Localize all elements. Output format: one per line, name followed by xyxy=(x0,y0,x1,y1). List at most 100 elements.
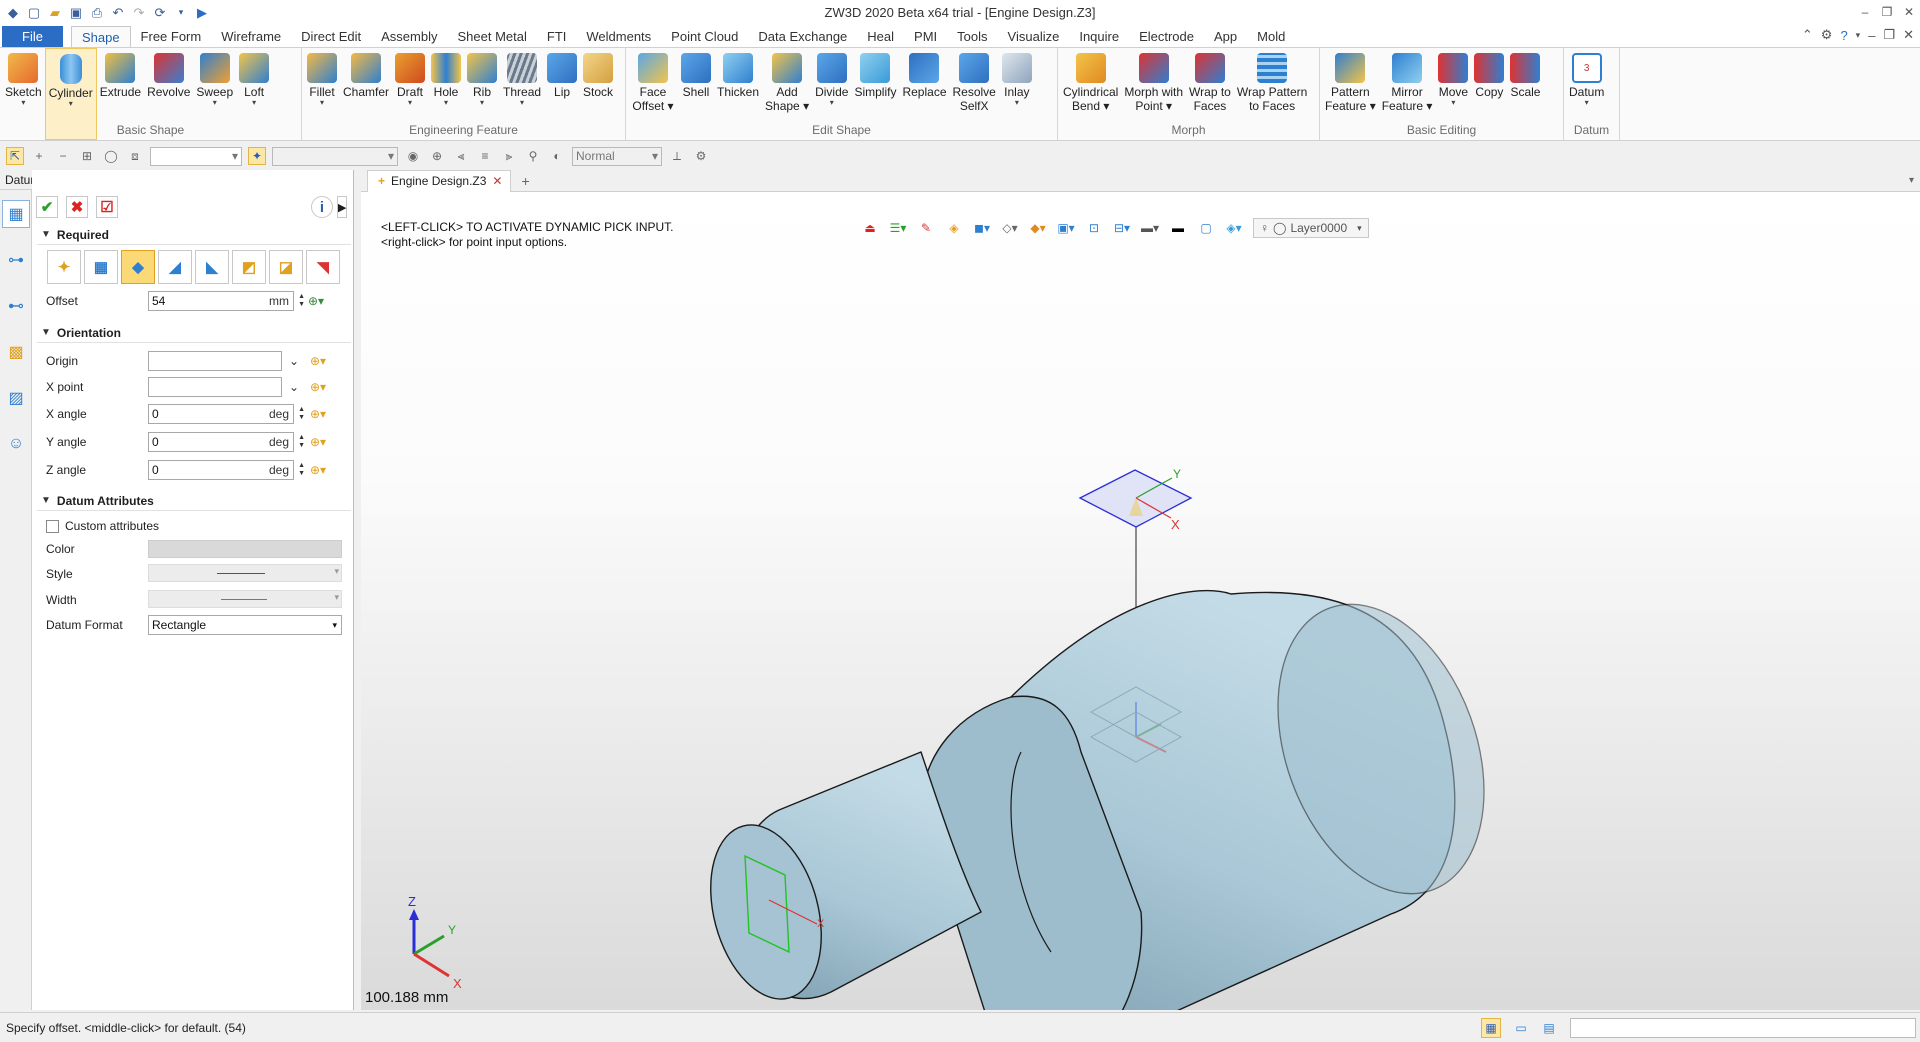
undo-icon[interactable]: ↶ xyxy=(109,4,127,22)
xpoint-expand-icon[interactable]: ⌄ xyxy=(289,380,299,394)
document-tab[interactable]: + Engine Design.Z3 ✕ xyxy=(367,169,512,192)
datum-offset-plane-icon[interactable]: ◆ xyxy=(121,250,155,284)
tab-shape[interactable]: Shape xyxy=(70,26,131,47)
history-tree-icon[interactable]: ⊶ xyxy=(2,246,30,274)
add-pick-icon[interactable]: + xyxy=(30,147,48,165)
tab-app[interactable]: App xyxy=(1204,26,1247,47)
help-icon[interactable]: ? xyxy=(1840,28,1847,43)
tab-pmi[interactable]: PMI xyxy=(904,26,947,47)
3d-viewport[interactable]: <LEFT-CLICK> TO ACTIVATE DYNAMIC PICK IN… xyxy=(361,192,1920,1010)
spinner-icon[interactable]: ▲ ▼ xyxy=(298,293,305,309)
minimize-icon[interactable]: – xyxy=(1854,0,1876,24)
yangle-input[interactable]: 0 deg ▲ ▼ xyxy=(148,432,305,452)
render-mode-select[interactable]: Normal ▾ xyxy=(572,146,662,166)
pin-icon[interactable]: ⚲ xyxy=(524,147,542,165)
snap-icon[interactable]: ◉ xyxy=(404,147,422,165)
save-icon[interactable]: ▣ xyxy=(67,4,85,22)
tab-free-form[interactable]: Free Form xyxy=(131,26,212,47)
datum-bisect-icon[interactable]: ◩ xyxy=(232,250,266,284)
assembly-tree-icon[interactable]: ⊷ xyxy=(2,292,30,320)
tab-electrode[interactable]: Electrode xyxy=(1129,26,1204,47)
close-window-icon[interactable]: ✕ xyxy=(1898,0,1920,24)
collapse-ribbon-icon[interactable]: ⌃ xyxy=(1802,27,1813,43)
xpoint-input[interactable] xyxy=(148,377,282,397)
command-input[interactable] xyxy=(1570,1018,1916,1038)
datum-tangent-icon[interactable]: ◪ xyxy=(269,250,303,284)
tab-inquire[interactable]: Inquire xyxy=(1069,26,1129,47)
tab-visualize[interactable]: Visualize xyxy=(998,26,1070,47)
section-datum-attributes[interactable]: ▼ Datum Attributes xyxy=(37,491,351,511)
tab-mold[interactable]: Mold xyxy=(1247,26,1295,47)
spinner-icon[interactable]: ▲ ▼ xyxy=(298,434,305,450)
tab-weldments[interactable]: Weldments xyxy=(576,26,661,47)
crosshair-icon[interactable]: ⊞ xyxy=(78,147,96,165)
offset-input[interactable]: 54 mm ▲ ▼ xyxy=(148,291,305,311)
tab-sheet-metal[interactable]: Sheet Metal xyxy=(448,26,537,47)
datum-tool-icon[interactable]: ▦ xyxy=(2,200,30,228)
run-icon[interactable]: ▶ xyxy=(193,4,211,22)
grid-icon[interactable]: ⊕ xyxy=(428,147,446,165)
align-left-icon[interactable]: ⫷ xyxy=(452,147,470,165)
customize-dropdown-icon[interactable]: ▾ xyxy=(172,4,190,22)
filter-icon[interactable]: ⧈ xyxy=(126,147,144,165)
style-select[interactable]: ▾ xyxy=(148,564,342,582)
tab-wireframe[interactable]: Wireframe xyxy=(211,26,291,47)
tab-point-cloud[interactable]: Point Cloud xyxy=(661,26,748,47)
info-icon[interactable]: i xyxy=(311,196,333,218)
datum-angle-icon[interactable]: ◣ xyxy=(195,250,229,284)
custom-attributes-row[interactable]: Custom attributes xyxy=(46,515,346,537)
xangle-input[interactable]: 0 deg ▲ ▼ xyxy=(148,404,305,424)
origin-options-icon[interactable]: ⊕▾ xyxy=(310,354,326,368)
status-layout-icon[interactable]: ▦ xyxy=(1481,1018,1501,1038)
datum-curve-icon[interactable]: ◥ xyxy=(306,250,340,284)
restore-doc-icon[interactable]: ❐ xyxy=(1883,27,1895,43)
close-tab-icon[interactable]: ✕ xyxy=(492,174,502,188)
open-folder-icon[interactable]: ▰ xyxy=(46,4,64,22)
expand-panel-icon[interactable]: ▸ xyxy=(337,196,347,218)
align-right-icon[interactable]: ⫸ xyxy=(500,147,518,165)
align-center-icon[interactable]: ≡ xyxy=(476,147,494,165)
datum-normal-icon[interactable]: ◢ xyxy=(158,250,192,284)
xpoint-options-icon[interactable]: ⊕▾ xyxy=(310,380,326,394)
section-orientation[interactable]: ▼ Orientation xyxy=(37,323,351,343)
width-select[interactable]: ▾ xyxy=(148,590,342,608)
options-icon[interactable]: ⚙ xyxy=(692,147,710,165)
zangle-options-icon[interactable]: ⊕▾ xyxy=(310,463,326,477)
tab-direct-edit[interactable]: Direct Edit xyxy=(291,26,371,47)
new-file-icon[interactable]: ▢ xyxy=(25,4,43,22)
filter-combo[interactable]: ▾ xyxy=(150,146,242,166)
datum-3point-icon[interactable]: ▦ xyxy=(84,250,118,284)
origin-input[interactable] xyxy=(148,351,282,371)
tab-data-exchange[interactable]: Data Exchange xyxy=(748,26,857,47)
status-monitor-icon[interactable]: ▭ xyxy=(1511,1018,1531,1038)
pick-combo[interactable]: ▾ xyxy=(272,146,398,166)
custom-attributes-checkbox[interactable] xyxy=(46,519,59,533)
render-mode-icon[interactable]: ◐ xyxy=(548,147,566,165)
help-dropdown-icon[interactable]: ▾ xyxy=(1856,30,1861,41)
tab-assembly[interactable]: Assembly xyxy=(371,26,447,47)
new-tab-icon[interactable]: + xyxy=(521,173,529,189)
image-view-icon[interactable]: ▨ xyxy=(2,384,30,412)
file-menu[interactable]: File xyxy=(2,26,63,47)
tab-fti[interactable]: FTI xyxy=(537,26,577,47)
settings-gear-icon[interactable]: ⚙ xyxy=(1821,27,1833,43)
apply-icon[interactable]: ☑ xyxy=(96,196,118,218)
origin-expand-icon[interactable]: ⌄ xyxy=(289,354,299,368)
ok-check-icon[interactable]: ✔ xyxy=(36,196,58,218)
datum-auto-icon[interactable]: ✦ xyxy=(47,250,81,284)
redo-icon[interactable]: ↷ xyxy=(130,4,148,22)
spinner-icon[interactable]: ▲ ▼ xyxy=(298,406,305,422)
tab-heal[interactable]: Heal xyxy=(857,26,904,47)
cancel-x-icon[interactable]: ✖ xyxy=(66,196,88,218)
spinner-icon[interactable]: ▲ ▼ xyxy=(298,462,305,478)
close-doc-icon[interactable]: ✕ xyxy=(1903,27,1914,43)
yangle-options-icon[interactable]: ⊕▾ xyxy=(310,435,326,449)
zangle-input[interactable]: 0 deg ▲ ▼ xyxy=(148,460,305,480)
remove-pick-icon[interactable]: − xyxy=(54,147,72,165)
tab-tools[interactable]: Tools xyxy=(947,26,997,47)
user-icon[interactable]: ☺ xyxy=(2,430,30,458)
print-icon[interactable]: ⎙ xyxy=(88,4,106,22)
refresh-icon[interactable]: ⟳ xyxy=(151,4,169,22)
tab-list-icon[interactable]: ▾ xyxy=(1909,175,1914,186)
section-required[interactable]: ▼ Required xyxy=(37,225,351,245)
